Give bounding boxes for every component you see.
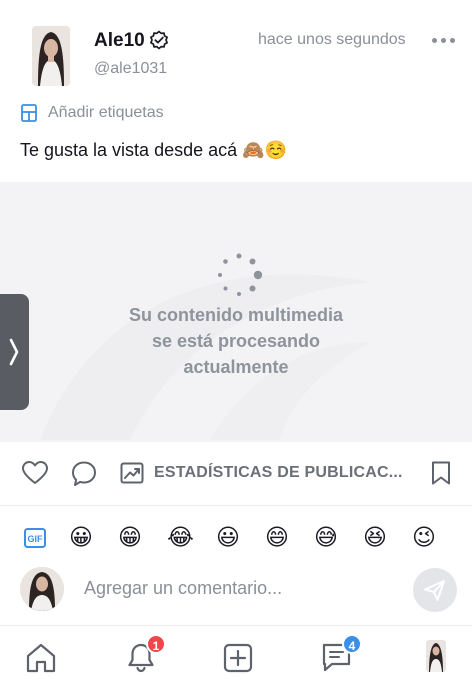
emoji-smiley[interactable]: 😃 — [216, 522, 240, 552]
emoji-sweat-smile[interactable]: 😅 — [314, 522, 338, 552]
media-processing-area: Su contenido multimedia se está procesan… — [0, 182, 472, 442]
emoji-wink[interactable]: 😉 — [412, 522, 436, 552]
post-caption: Te gusta la vista desde acá 🙈☺️ — [20, 140, 287, 160]
messages-tab[interactable]: 4 — [320, 634, 362, 674]
verified-icon — [150, 30, 168, 50]
current-user-avatar — [20, 567, 64, 611]
author-name[interactable]: Ale10 — [94, 30, 145, 52]
create-post-icon[interactable] — [222, 642, 254, 674]
bookmark-icon[interactable] — [430, 460, 452, 486]
author-handle[interactable]: @ale1031 — [94, 60, 167, 78]
chevron-right-icon — [9, 338, 19, 366]
processing-line: se está procesando — [151, 331, 321, 351]
dot-icon — [441, 37, 446, 43]
processing-message: Su contenido multimedia se está procesan… — [0, 302, 472, 380]
emoji-smile[interactable]: 😄 — [265, 522, 289, 552]
emoji-joy[interactable]: 😂 — [167, 522, 194, 552]
gif-icon[interactable]: GIF — [24, 528, 46, 548]
quick-emoji-bar: GIF 😀 😁 😂 😃 😄 😅 😆 😉 — [0, 510, 472, 564]
author-avatar[interactable] — [32, 26, 70, 86]
home-icon[interactable] — [24, 642, 58, 674]
processing-line: Su contenido multimedia — [128, 305, 343, 325]
send-icon — [424, 580, 445, 601]
more-options-button[interactable] — [432, 34, 456, 46]
notifications-badge: 1 — [146, 634, 166, 654]
add-tags-label: Añadir etiquetas — [48, 104, 164, 121]
svg-text:GIF: GIF — [28, 534, 44, 544]
loading-spinner-icon — [218, 253, 263, 296]
side-panel-toggle[interactable] — [0, 294, 29, 410]
processing-line: actualmente — [183, 357, 289, 377]
profile-tab-avatar[interactable] — [426, 640, 446, 672]
comment-bubble-icon[interactable] — [71, 460, 97, 488]
post-timestamp: hace unos segundos — [258, 31, 406, 48]
like-heart-icon[interactable] — [21, 460, 49, 486]
messages-badge: 4 — [342, 634, 362, 654]
post-stats-link[interactable]: ESTADÍSTICAS DE PUBLICAC... — [154, 464, 403, 482]
tag-icon — [21, 104, 37, 122]
add-tags-button[interactable]: Añadir etiquetas — [20, 102, 164, 124]
emoji-laughing[interactable]: 😆 — [363, 522, 387, 552]
dot-icon — [432, 37, 437, 43]
post-actions: ESTADÍSTICAS DE PUBLICAC... — [0, 442, 472, 506]
post-header: Ale10 @ale1031 hace unos segundos — [0, 0, 472, 100]
send-comment-button[interactable] — [413, 568, 457, 612]
emoji-grinning[interactable]: 😀 — [69, 522, 93, 552]
dot-icon — [450, 37, 455, 43]
stats-chart-icon[interactable] — [120, 462, 144, 484]
notifications-tab[interactable]: 1 — [124, 634, 166, 674]
emoji-beaming[interactable]: 😁 — [118, 522, 142, 552]
bottom-navigation: 1 4 — [0, 625, 472, 680]
comment-input[interactable] — [84, 572, 394, 604]
comment-composer — [0, 564, 472, 620]
